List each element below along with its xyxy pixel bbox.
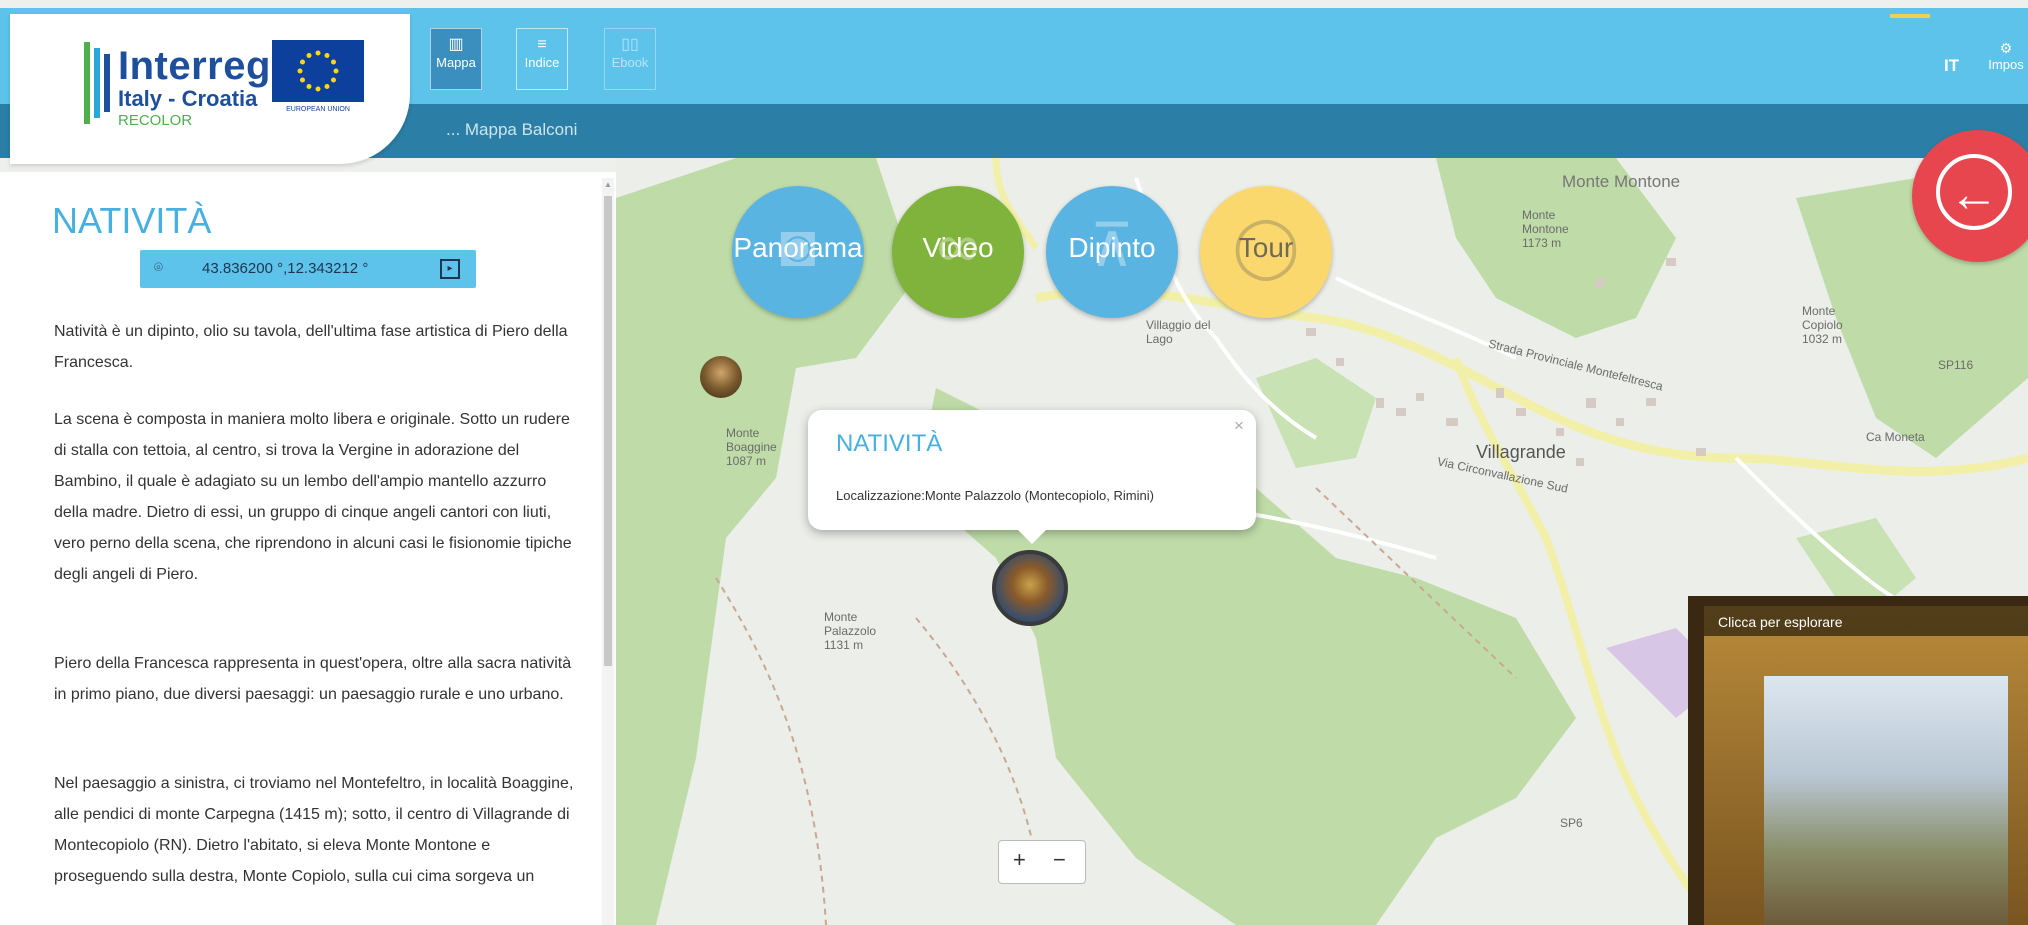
zoom-control: + −	[998, 840, 1086, 884]
label-monte-boaggine: Monte Boaggine 1087 m	[726, 426, 777, 468]
breadcrumb[interactable]: ... Mappa Balconi	[446, 120, 577, 140]
coordinates-bar[interactable]: ⌾ 43.836200 °,12.343212 ° ▸	[140, 250, 476, 288]
paragraph-2: La scena è composta in maniera molto lib…	[54, 411, 572, 583]
dipinto-button[interactable]: ⊼ Dipinto	[1046, 186, 1178, 318]
nav-indice-label: Indice	[524, 55, 560, 70]
nav-mappa-button[interactable]: ▥ Mappa	[430, 28, 482, 90]
label-villagrande: Villagrande	[1476, 442, 1566, 462]
label-villaggio-lago: Villaggio del Lago	[1146, 318, 1211, 346]
painting-marker-nativita[interactable]	[992, 550, 1068, 626]
settings-label: Impos	[1988, 57, 2024, 72]
nav-ebook-button[interactable]: ▯▯ Ebook	[604, 28, 656, 90]
panorama-label: Panorama	[733, 232, 863, 263]
label-monte-montone: Monte Montone	[1562, 172, 1681, 191]
panel-title: NATIVITÀ	[52, 200, 212, 241]
paragraph-4: Nel paesaggio a sinistra, ci troviamo ne…	[54, 775, 574, 885]
header-accent	[1890, 14, 1930, 18]
popup-location-text: Localizzazione:Monte Palazzolo (Montecop…	[836, 488, 1154, 503]
label-sp116: SP116	[1938, 358, 1974, 372]
panorama-button[interactable]: ◙ Panorama	[732, 186, 864, 318]
label-monte-copiolo: Monte Copiolo 1032 m	[1802, 304, 1843, 346]
nav-indice-button[interactable]: ≡ Indice	[516, 28, 568, 90]
label-monte-montone-peak: Monte Montone 1173 m	[1522, 208, 1569, 250]
video-label: Video	[922, 232, 994, 263]
label-sp6: SP6	[1560, 816, 1583, 830]
logo-waves-icon	[84, 42, 110, 124]
language-selector[interactable]: IT	[1944, 56, 1959, 76]
panel-scroll-thumb[interactable]	[604, 196, 612, 666]
list-icon: ≡	[537, 36, 547, 53]
location-pin-icon: ⌾	[154, 259, 164, 276]
logo-country: Italy - Croatia	[118, 86, 258, 111]
scroll-up-icon[interactable]: ▲	[604, 180, 612, 189]
eu-flag-icon	[272, 40, 364, 102]
zoom-in-button[interactable]: +	[1013, 847, 1026, 873]
nav-ebook-label: Ebook	[611, 55, 649, 70]
tour-label: Tour	[1238, 232, 1294, 263]
settings-button[interactable]: ⚙ Impos	[1984, 40, 2028, 72]
gear-icon: ⚙	[1999, 40, 2013, 56]
tour-button[interactable]: ◯ Tour	[1200, 186, 1332, 318]
logo-project: RECOLOR	[118, 112, 193, 129]
location-popup: NATIVITÀ Localizzazione:Monte Palazzolo …	[808, 410, 1256, 544]
logo-program: Interreg	[118, 44, 271, 88]
dipinto-label: Dipinto	[1068, 232, 1156, 263]
interreg-logo[interactable]: Interreg Italy - Croatia RECOLOR EUROPEA…	[10, 14, 410, 164]
map-icon: ▥	[448, 36, 464, 53]
open-location-icon[interactable]: ▸	[440, 259, 460, 279]
coordinates-text: 43.836200 °,12.343212 °	[202, 260, 369, 277]
painting-explore-hint[interactable]: Clicca per esplorare	[1718, 614, 1843, 630]
eu-label: EUROPEAN UNION	[286, 106, 350, 113]
label-monte-palazzolo: Monte Palazzolo 1131 m	[824, 610, 877, 652]
popup-title: NATIVITÀ	[836, 430, 943, 457]
book-icon: ▯▯	[621, 36, 639, 53]
nav-mappa-label: Mappa	[436, 55, 476, 70]
video-button[interactable]: ∞ Video	[892, 186, 1024, 318]
painting-marker-secondary[interactable]	[700, 356, 742, 398]
arrow-left-icon: ←	[1936, 154, 2012, 230]
label-ca-moneta: Ca Moneta	[1866, 430, 1925, 444]
painting-image[interactable]	[1764, 676, 2008, 925]
popup-close-button[interactable]: ×	[1234, 416, 1244, 436]
paragraph-1: Natività è un dipinto, olio su tavola, d…	[54, 323, 568, 371]
paragraph-3: Piero della Francesca rappresenta in que…	[54, 655, 572, 703]
zoom-out-button[interactable]: −	[1053, 847, 1066, 873]
